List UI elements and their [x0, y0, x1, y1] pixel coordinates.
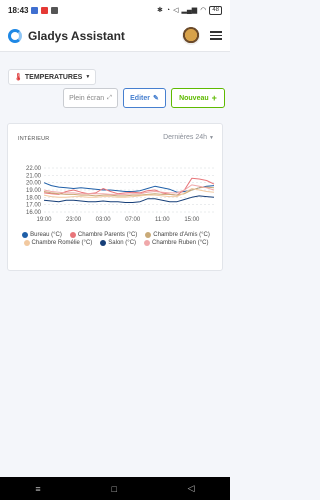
period-selector[interactable]: Dernières 24h ▼	[163, 134, 214, 141]
x-tick-label: 19:00	[36, 217, 52, 223]
legend-swatch	[23, 240, 30, 246]
battery-icon: 48	[209, 5, 222, 15]
caret-down-icon: ▼	[85, 74, 91, 80]
app-notification-icon	[51, 6, 59, 14]
y-tick-label: 22.00	[26, 166, 42, 172]
period-label: Dernières 24h	[163, 134, 208, 141]
legend-item[interactable]: Bureau (°C)	[22, 232, 62, 238]
back-icon[interactable]: ◁	[188, 483, 195, 494]
hamburger-menu-icon[interactable]	[210, 31, 222, 40]
legend-swatch	[22, 232, 29, 238]
chart-legend: Bureau (°C) Chambre Parents (°C) Chambre d…	[16, 232, 216, 246]
dashboard-selector[interactable]: 🌡 TEMPERATURES ▼	[8, 69, 97, 85]
legend-label: Chambre Ruben (°C)	[152, 240, 209, 246]
dashboard-selector-label: TEMPERATURES	[24, 73, 83, 81]
y-tick-label: 20.00	[26, 181, 42, 187]
x-tick-label: 23:00	[66, 217, 82, 223]
edit-icon: ✎	[152, 95, 159, 102]
thermometer-icon: 🌡	[14, 74, 23, 81]
legend-item[interactable]: Salon (°C)	[100, 240, 136, 246]
caret-down-icon: ▼	[209, 134, 214, 141]
legend-swatch	[69, 232, 76, 238]
signal-icon: ▂▄▆	[181, 7, 198, 14]
y-tick-label: 21.00	[26, 173, 42, 179]
legend-label: Salon (°C)	[108, 240, 137, 246]
legend-label: Chambre Romélie (°C)	[31, 240, 93, 246]
status-time: 18:43	[8, 5, 29, 15]
card-title: INTÉRIEUR	[18, 136, 50, 142]
legend-swatch	[144, 240, 151, 246]
x-tick-label: 03:00	[96, 217, 112, 223]
mute-icon: ◁	[173, 7, 179, 14]
legend-label: Chambre Parents (°C)	[77, 232, 138, 238]
user-avatar[interactable]	[182, 26, 200, 45]
new-button[interactable]: Nouveau +	[171, 88, 225, 108]
y-tick-label: 17.00	[26, 203, 42, 209]
status-bar: 18:43 ✱ ◔ ◁ ▂▄▆ ◠ 48	[0, 0, 230, 20]
y-tick-label: 19.00	[26, 188, 42, 194]
x-tick-label: 07:00	[125, 217, 141, 223]
legend-item[interactable]: Chambre d'Amis (°C)	[145, 232, 210, 238]
legend-label: Chambre d'Amis (°C)	[153, 232, 210, 238]
edit-button[interactable]: Editer ✎	[123, 88, 166, 108]
app-title: Gladys Assistant	[28, 28, 125, 43]
legend-label: Bureau (°C)	[30, 232, 62, 238]
wifi-icon: ◠	[200, 7, 207, 14]
android-nav-bar: ≡ □ ◁	[0, 477, 230, 500]
recent-apps-icon[interactable]: ≡	[35, 484, 40, 494]
fullscreen-button[interactable]: Plein écran ⤢	[63, 88, 118, 108]
bluetooth-icon: ✱	[156, 7, 163, 14]
legend-item[interactable]: Chambre Romélie (°C)	[23, 240, 93, 246]
y-tick-label: 16.00	[26, 210, 42, 216]
chart-card: 22.00 21.00 20.00 19.00 18.00 17.00 16.00 19:00…	[7, 123, 223, 271]
edit-button-label: Editer	[130, 94, 150, 102]
legend-swatch	[100, 240, 107, 246]
gladys-logo-icon[interactable]	[8, 28, 22, 43]
expand-icon: ⤢	[107, 94, 112, 101]
alarm-icon: ◔	[165, 6, 171, 14]
temperature-chart: 22.0021.00 20.0019.0018.00 17.0016.0019:00…	[26, 166, 215, 223]
plus-icon: +	[211, 93, 217, 103]
legend-item[interactable]: Chambre Ruben (°C)	[144, 240, 208, 246]
y-tick-label: 18.00	[26, 195, 42, 201]
x-tick-label: 11:00	[155, 217, 170, 223]
status-icons: ✱ ◔ ◁ ▂▄▆ ◠ 48	[156, 5, 222, 15]
youtube-icon	[41, 6, 49, 14]
legend-item[interactable]: Chambre Parents (°C)	[69, 232, 138, 238]
app-header: Gladys Assistant	[0, 20, 230, 52]
new-button-label: Nouveau	[179, 94, 209, 102]
fullscreen-button-label: Plein écran	[69, 94, 105, 102]
notification-icon	[31, 6, 39, 14]
home-icon[interactable]: □	[111, 484, 116, 494]
x-tick-label: 15:00	[184, 217, 200, 223]
legend-swatch	[145, 232, 152, 238]
